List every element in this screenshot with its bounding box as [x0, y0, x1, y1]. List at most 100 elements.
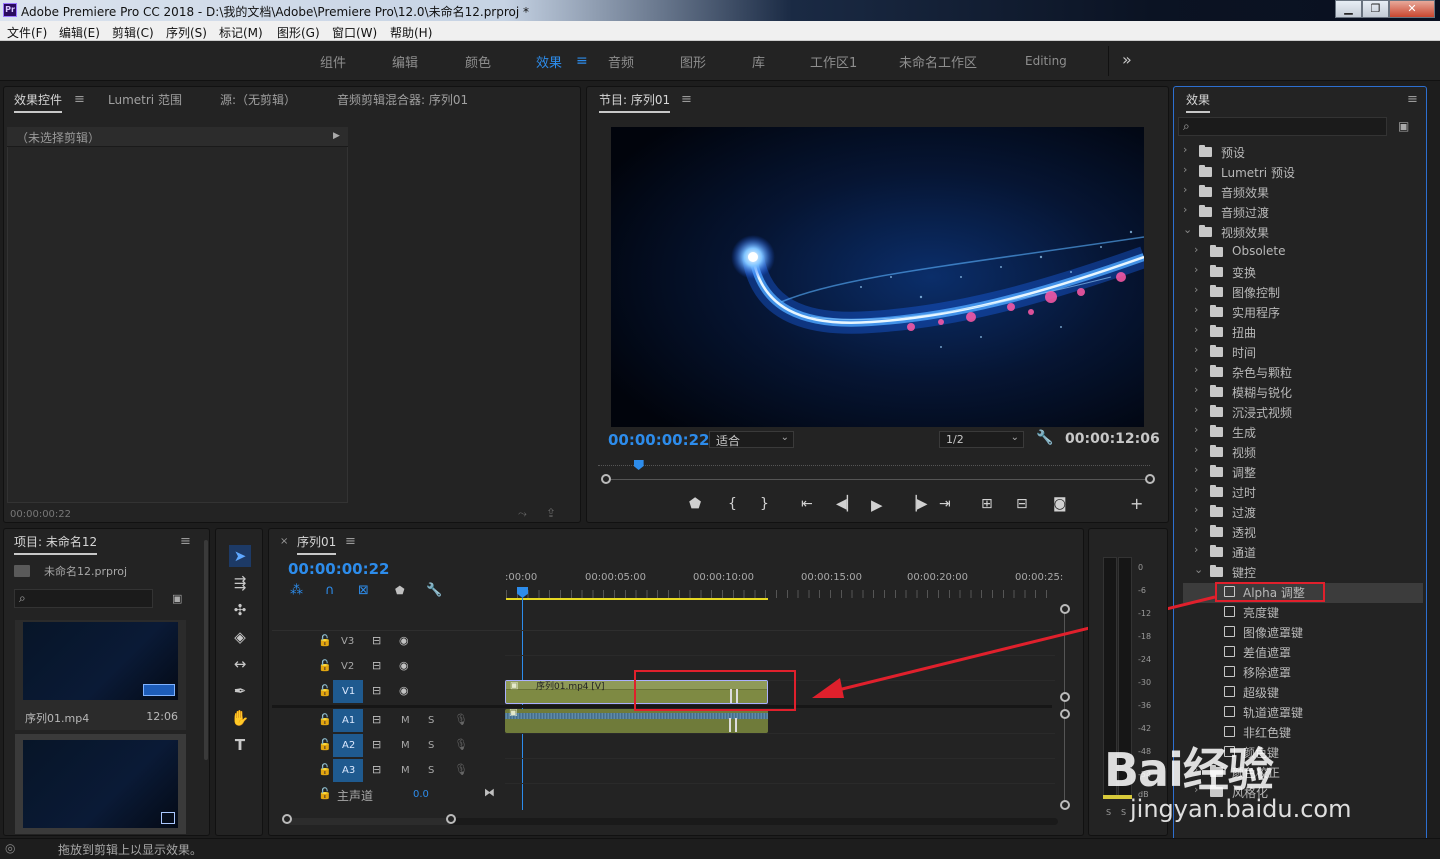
work-area-bar[interactable] [506, 598, 768, 600]
chevron-right-icon[interactable]: › [1194, 523, 1198, 536]
go-to-in-icon[interactable]: ⇤ [801, 496, 813, 512]
extract-icon[interactable]: ⊟ [1016, 496, 1028, 512]
button-editor-icon[interactable]: + [1130, 494, 1143, 513]
hand-tool-icon[interactable]: ✋ [229, 707, 251, 729]
chevron-right-icon[interactable]: › [1194, 423, 1198, 436]
effect-folder[interactable]: › 杂色与颗粒 [1183, 363, 1423, 383]
chevron-right-icon[interactable]: › [1194, 543, 1198, 556]
solo-button[interactable]: S [428, 715, 434, 726]
chevron-right-icon[interactable]: › [1194, 303, 1198, 316]
effect-folder[interactable]: › 实用程序 [1183, 303, 1423, 323]
eye-icon[interactable]: ◉ [399, 659, 409, 672]
expand-arrow-icon[interactable]: ▶ [333, 131, 340, 141]
effect-folder[interactable]: › 过渡 [1183, 503, 1423, 523]
effect-folder[interactable]: › 调整 [1183, 463, 1423, 483]
effects-menu-icon[interactable]: ≡ [1407, 92, 1418, 107]
lock-icon[interactable]: 🔓 [318, 763, 332, 776]
effect-folder[interactable]: › Obsolete [1183, 243, 1423, 263]
chevron-right-icon[interactable]: › [1183, 183, 1187, 196]
h-zoom-handle[interactable] [282, 814, 292, 824]
eye-icon[interactable]: ◉ [399, 684, 409, 697]
type-tool-icon[interactable]: T [229, 734, 251, 756]
sync-lock-icon[interactable]: ⊟ [372, 738, 381, 751]
effect-folder[interactable]: › 过时 [1183, 483, 1423, 503]
menu-graphics[interactable]: 图形(G) [277, 24, 320, 41]
effect-folder[interactable]: ⌄ 键控 [1183, 563, 1423, 583]
effect-folder[interactable]: › 模糊与锐化 [1183, 383, 1423, 403]
microphone-icon[interactable]: 🎙 [454, 738, 468, 751]
chevron-right-icon[interactable]: › [1194, 463, 1198, 476]
mute-button[interactable]: M [401, 765, 410, 776]
tab-lumetri-scopes[interactable]: Lumetri 范围 [108, 91, 182, 108]
program-current-timecode[interactable]: 00:00:00:22 [608, 431, 710, 449]
effect-folder[interactable]: › 图像控制 [1183, 283, 1423, 303]
workspace-tab-graphics[interactable]: 图形 [680, 52, 706, 71]
audio-clip[interactable]: ▣ [505, 709, 768, 733]
effect-folder[interactable]: › 变换 [1183, 263, 1423, 283]
close-tab-icon[interactable]: × [280, 536, 288, 547]
effect-folder[interactable]: › 扭曲 [1183, 323, 1423, 343]
meter-solo-button[interactable]: S [1121, 808, 1126, 817]
lock-icon[interactable]: 🔓 [318, 787, 332, 800]
track-select-tool-icon[interactable]: ⇶ [229, 572, 251, 594]
chevron-right-icon[interactable]: › [1194, 263, 1198, 276]
filter-icon[interactable]: ⤳ [518, 507, 527, 521]
step-forward-icon[interactable]: ▕▶ [906, 496, 928, 512]
effect-folder[interactable]: › 透视 [1183, 523, 1423, 543]
selection-tool-icon[interactable]: ➤ [229, 545, 251, 567]
chevron-right-icon[interactable]: › [1194, 343, 1198, 356]
track-label-v1[interactable]: V1 [342, 686, 355, 697]
chevron-right-icon[interactable]: › [1194, 323, 1198, 336]
timeline-timecode[interactable]: 00:00:00:22 [288, 560, 390, 578]
effect-folder[interactable]: › 视频 [1183, 443, 1423, 463]
effect-folder[interactable]: › 生成 [1183, 423, 1423, 443]
ripple-edit-tool-icon[interactable]: ✣ [229, 599, 251, 621]
workspace-tab-effects[interactable]: 效果 [536, 52, 562, 71]
project-menu-icon[interactable]: ≡ [180, 534, 191, 549]
sync-lock-icon[interactable]: ⊟ [372, 684, 381, 697]
effect-folder[interactable]: › 预设 [1183, 143, 1423, 163]
effect-folder[interactable]: › 音频效果 [1183, 183, 1423, 203]
sync-lock-icon[interactable]: ⊟ [372, 659, 381, 672]
go-to-edit-icon[interactable]: ⧓ [484, 786, 495, 799]
chevron-right-icon[interactable]: › [1183, 203, 1187, 216]
effect-folder[interactable]: ⌄ 视频效果 [1183, 223, 1423, 243]
lock-icon[interactable]: 🔓 [318, 684, 332, 697]
tab-audio-clip-mixer[interactable]: 音频剪辑混合器: 序列01 [337, 91, 468, 108]
step-back-icon[interactable]: ◀▏ [836, 496, 858, 512]
menu-window[interactable]: 窗口(W) [332, 24, 377, 41]
chevron-right-icon[interactable]: › [1183, 163, 1187, 176]
project-item-card-2[interactable] [15, 734, 186, 834]
program-monitor-title[interactable]: 节目: 序列01 [599, 91, 671, 113]
effect-folder[interactable]: › Lumetri 预设 [1183, 163, 1423, 183]
export-icon[interactable]: ⇪ [546, 506, 556, 520]
lock-icon[interactable]: 🔓 [318, 659, 332, 672]
v-zoom-handle[interactable] [1060, 800, 1070, 810]
sync-lock-icon[interactable]: ⊟ [372, 763, 381, 776]
chevron-down-icon[interactable]: ⌄ [1183, 223, 1192, 236]
timeline-tab[interactable]: 序列01 [297, 533, 337, 555]
find-icon[interactable]: ▣ [172, 592, 182, 605]
chevron-right-icon[interactable]: › [1194, 503, 1198, 516]
menu-help[interactable]: 帮助(H) [390, 24, 432, 41]
workspace-tab-color[interactable]: 颜色 [465, 52, 491, 71]
linked-selection-icon[interactable]: ⊠ [358, 583, 369, 598]
workspace-tab-workspace1[interactable]: 工作区1 [810, 52, 857, 71]
project-scrollbar[interactable] [204, 540, 208, 760]
resolution-select[interactable]: 1/2 ⌄ [939, 431, 1024, 448]
meter-solo-button[interactable]: S [1106, 808, 1111, 817]
track-label-a3[interactable]: A3 [342, 765, 355, 776]
chevron-down-icon[interactable]: ⌄ [1194, 563, 1203, 576]
minimize-button[interactable]: ▁ [1335, 0, 1362, 18]
workspace-tab-libraries[interactable]: 库 [752, 52, 765, 71]
menu-edit[interactable]: 编辑(E) [59, 24, 100, 41]
workspace-tab-editing[interactable]: 编辑 [392, 52, 418, 71]
snap-icon[interactable]: ∩ [325, 583, 335, 598]
program-time-ruler[interactable] [598, 460, 1150, 466]
solo-button[interactable]: S [428, 765, 434, 776]
workspace-overflow-icon[interactable]: » [1122, 50, 1132, 69]
add-marker-icon[interactable]: ⬟ [689, 496, 701, 512]
lock-icon[interactable]: 🔓 [318, 738, 332, 751]
track-label-a1[interactable]: A1 [342, 715, 355, 726]
chevron-right-icon[interactable]: › [1194, 383, 1198, 396]
